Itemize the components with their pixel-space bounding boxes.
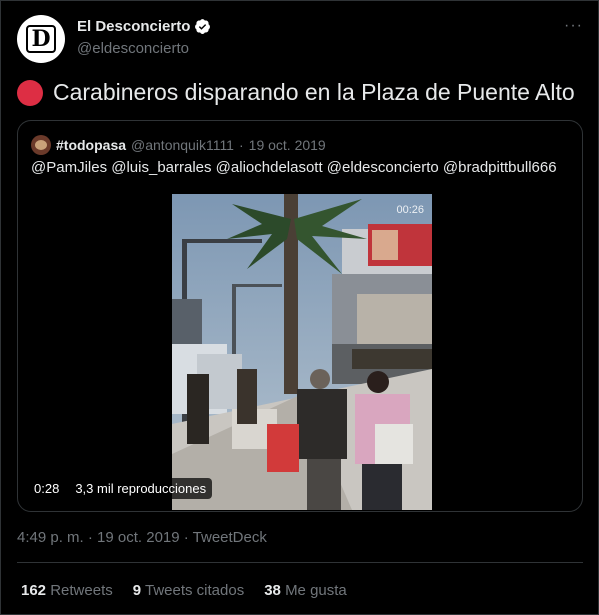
- tweet-card: D El Desconcierto @eldesconcierto ··· Ca…: [0, 0, 599, 615]
- retweets-stat[interactable]: 162 Retweets: [21, 582, 113, 599]
- quoted-display-name[interactable]: #todopasa: [56, 137, 126, 153]
- video-frame-thumbnail: [172, 194, 432, 510]
- more-options-icon[interactable]: ···: [564, 17, 583, 35]
- retweets-count: 162: [21, 582, 47, 599]
- divider: [17, 562, 583, 563]
- quote-tweets-stat[interactable]: 9 Tweets citados: [133, 582, 244, 599]
- quoted-handle[interactable]: @antonquik1111: [131, 137, 234, 153]
- likes-label: Me gusta: [285, 582, 347, 599]
- quoted-tweet-text: @PamJiles @luis_barrales @aliochdelasott…: [31, 159, 557, 176]
- author-display-name[interactable]: El Desconcierto: [77, 18, 190, 35]
- likes-count: 38: [264, 582, 281, 599]
- author-handle[interactable]: @eldesconcierto: [77, 40, 189, 57]
- el-desconcierto-logo: D: [26, 25, 56, 53]
- name-row: El Desconcierto: [77, 18, 211, 35]
- likes-stat[interactable]: 38 Me gusta: [264, 582, 347, 599]
- red-circle-icon: [17, 79, 43, 106]
- video-remaining-time: 00:26: [396, 204, 424, 216]
- tweet-timestamp[interactable]: 4:49 p. m. · 19 oct. 2019 · TweetDeck: [17, 529, 267, 546]
- avatar[interactable]: D: [17, 15, 65, 63]
- quoted-date[interactable]: 19 oct. 2019: [249, 137, 326, 153]
- video-info-overlay: 0:28 3,3 mil reproducciones: [28, 478, 213, 499]
- verified-badge-icon: [195, 19, 211, 34]
- video-views: 3,3 mil reproducciones: [69, 478, 213, 499]
- separator-dot: ·: [238, 137, 244, 153]
- engagement-stats: 162 Retweets 9 Tweets citados 38 Me gust…: [21, 582, 347, 599]
- video-duration: 0:28: [28, 478, 66, 499]
- tweet-text: Carabineros disparando en la Plaza de Pu…: [17, 79, 583, 106]
- quotes-count: 9: [132, 582, 142, 599]
- quoted-avatar[interactable]: [31, 135, 51, 155]
- tweet-header: D El Desconcierto @eldesconcierto ···: [17, 15, 583, 63]
- tweet-text-content: Carabineros disparando en la Plaza de Pu…: [53, 79, 575, 105]
- retweets-label: Retweets: [50, 582, 113, 599]
- quotes-label: Tweets citados: [144, 582, 245, 599]
- quoted-tweet-header: #todopasa @antonquik1111 · 19 oct. 2019: [31, 135, 326, 155]
- quoted-tweet[interactable]: #todopasa @antonquik1111 · 19 oct. 2019 …: [17, 120, 583, 512]
- video-player[interactable]: 00:26: [172, 194, 432, 510]
